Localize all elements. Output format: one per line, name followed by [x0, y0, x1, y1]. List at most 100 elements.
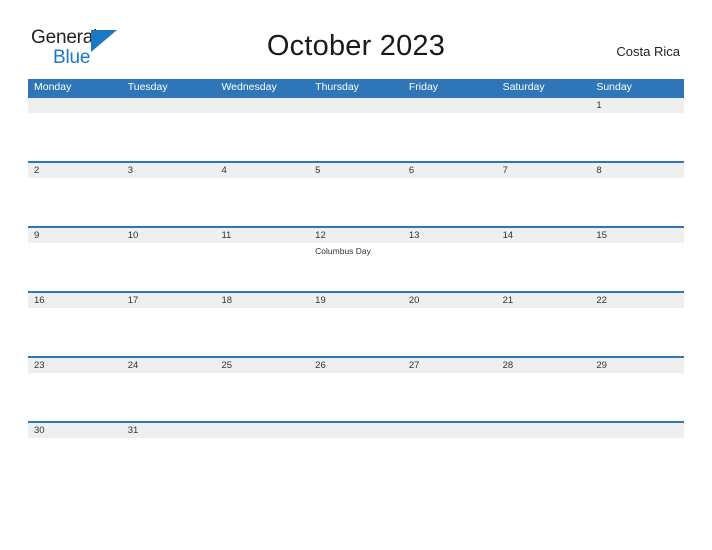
week-row: 23 24 25 26 27 28 29 — [28, 356, 684, 421]
day-cell[interactable] — [497, 113, 591, 161]
day-number[interactable]: 9 — [28, 228, 122, 243]
day-cell[interactable] — [215, 178, 309, 226]
day-number[interactable]: 2 — [28, 163, 122, 178]
day-cell[interactable] — [403, 178, 497, 226]
day-number[interactable] — [403, 98, 497, 113]
day-number[interactable]: 27 — [403, 358, 497, 373]
day-number[interactable]: 13 — [403, 228, 497, 243]
day-cell[interactable] — [403, 243, 497, 291]
day-number[interactable]: 22 — [590, 293, 684, 308]
day-cell[interactable] — [215, 243, 309, 291]
day-cell[interactable] — [309, 373, 403, 421]
day-number[interactable] — [215, 98, 309, 113]
day-cell[interactable] — [590, 178, 684, 226]
calendar-page: General Blue October 2023 Costa Rica Mon… — [0, 0, 712, 550]
day-cell[interactable] — [590, 308, 684, 356]
day-cell[interactable] — [497, 243, 591, 291]
day-number[interactable]: 5 — [309, 163, 403, 178]
day-number[interactable]: 30 — [28, 423, 122, 438]
day-cell[interactable] — [215, 308, 309, 356]
day-cell[interactable] — [215, 373, 309, 421]
day-cell[interactable] — [403, 113, 497, 161]
week-daynumber-strip: 23 24 25 26 27 28 29 — [28, 358, 684, 373]
weekday-header-sunday: Sunday — [596, 81, 632, 93]
day-number[interactable]: 12 — [309, 228, 403, 243]
day-number[interactable] — [309, 423, 403, 438]
day-number[interactable]: 17 — [122, 293, 216, 308]
day-cell[interactable] — [590, 373, 684, 421]
day-cell[interactable] — [28, 438, 122, 486]
day-number[interactable]: 14 — [497, 228, 591, 243]
day-number[interactable]: 21 — [497, 293, 591, 308]
day-number[interactable]: 25 — [215, 358, 309, 373]
day-number[interactable]: 24 — [122, 358, 216, 373]
day-number[interactable] — [403, 423, 497, 438]
week-daybody-strip — [28, 308, 684, 356]
weekday-header-tuesday: Tuesday — [127, 81, 168, 93]
day-cell[interactable] — [590, 438, 684, 486]
week-daybody-strip — [28, 438, 684, 486]
calendar-grid: Monday Tuesday Wednesday Thursday Friday… — [28, 79, 684, 486]
day-number[interactable]: 10 — [122, 228, 216, 243]
weekday-header-thursday: Thursday — [315, 81, 359, 93]
day-number[interactable]: 1 — [590, 98, 684, 113]
day-cell[interactable] — [497, 373, 591, 421]
day-cell[interactable] — [122, 308, 216, 356]
day-cell[interactable]: Columbus Day — [309, 243, 403, 291]
day-cell[interactable] — [28, 373, 122, 421]
day-cell[interactable] — [28, 243, 122, 291]
day-cell[interactable] — [122, 373, 216, 421]
day-cell[interactable] — [28, 113, 122, 161]
day-number[interactable] — [309, 98, 403, 113]
day-cell[interactable] — [403, 373, 497, 421]
day-number[interactable]: 6 — [403, 163, 497, 178]
day-number[interactable]: 31 — [122, 423, 216, 438]
day-cell[interactable] — [28, 178, 122, 226]
week-row: 1 — [28, 96, 684, 161]
day-number[interactable]: 15 — [590, 228, 684, 243]
day-cell[interactable] — [403, 308, 497, 356]
day-number[interactable] — [497, 98, 591, 113]
day-cell[interactable] — [122, 178, 216, 226]
day-cell[interactable] — [215, 113, 309, 161]
day-cell[interactable] — [309, 113, 403, 161]
day-number[interactable]: 19 — [309, 293, 403, 308]
day-cell[interactable] — [309, 178, 403, 226]
day-cell[interactable] — [28, 308, 122, 356]
day-number[interactable]: 7 — [497, 163, 591, 178]
day-number[interactable]: 8 — [590, 163, 684, 178]
day-number[interactable]: 28 — [497, 358, 591, 373]
day-cell[interactable] — [590, 243, 684, 291]
week-daybody-strip — [28, 113, 684, 161]
day-cell[interactable] — [215, 438, 309, 486]
day-number[interactable]: 29 — [590, 358, 684, 373]
week-daybody-strip — [28, 373, 684, 421]
day-number[interactable] — [28, 98, 122, 113]
day-number[interactable]: 20 — [403, 293, 497, 308]
day-cell[interactable] — [309, 438, 403, 486]
day-number[interactable]: 4 — [215, 163, 309, 178]
day-cell[interactable] — [122, 113, 216, 161]
day-cell[interactable] — [497, 438, 591, 486]
day-cell[interactable] — [122, 438, 216, 486]
day-number[interactable] — [497, 423, 591, 438]
day-cell[interactable] — [403, 438, 497, 486]
day-cell[interactable] — [497, 178, 591, 226]
day-number[interactable] — [122, 98, 216, 113]
day-number[interactable] — [215, 423, 309, 438]
day-cell[interactable] — [590, 113, 684, 161]
day-number[interactable] — [590, 423, 684, 438]
day-number[interactable]: 3 — [122, 163, 216, 178]
weekday-header-friday: Friday — [408, 81, 439, 93]
week-daynumber-strip: 30 31 — [28, 423, 684, 438]
week-daynumber-strip: 1 — [28, 98, 684, 113]
day-number[interactable]: 16 — [28, 293, 122, 308]
day-number[interactable]: 23 — [28, 358, 122, 373]
day-number[interactable]: 26 — [309, 358, 403, 373]
day-cell[interactable] — [497, 308, 591, 356]
day-cell[interactable] — [122, 243, 216, 291]
day-number[interactable]: 18 — [215, 293, 309, 308]
week-daybody-strip: Columbus Day — [28, 243, 684, 291]
day-number[interactable]: 11 — [215, 228, 309, 243]
day-cell[interactable] — [309, 308, 403, 356]
